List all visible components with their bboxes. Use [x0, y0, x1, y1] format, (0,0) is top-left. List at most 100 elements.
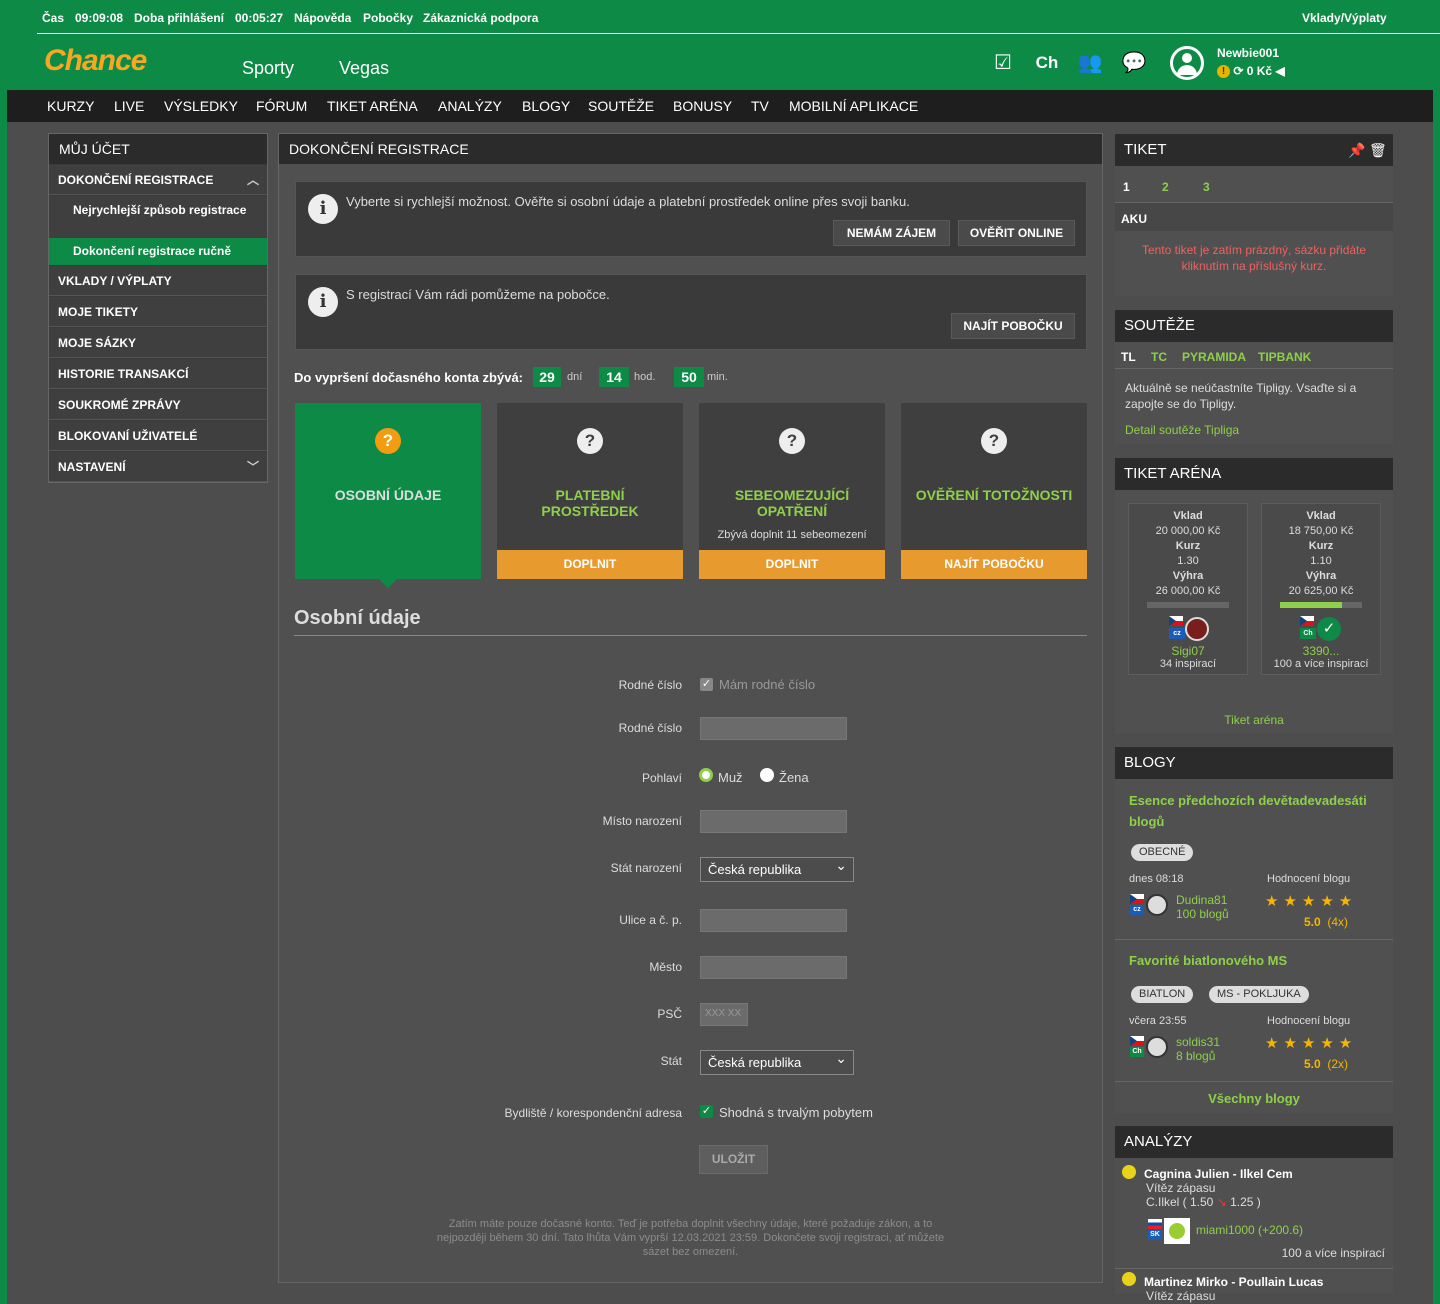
nav-kurzy[interactable]: KURZY: [47, 98, 94, 114]
step-identity-button[interactable]: NAJÍT POBOČKU: [901, 550, 1087, 579]
analysis-match[interactable]: Cagnina Julien - Ilkel Cem: [1144, 1167, 1293, 1181]
rc-checkbox[interactable]: ✓: [700, 678, 713, 691]
step-personal[interactable]: ? OSOBNÍ ÚDAJE: [295, 403, 481, 579]
blog-author[interactable]: Dudina81: [1176, 893, 1227, 907]
user-avatar-icon[interactable]: [1170, 46, 1204, 80]
trash-icon[interactable]: 🗑: [1369, 134, 1387, 166]
pin-icon[interactable]: 📌: [1348, 134, 1365, 166]
tiket-tab-2[interactable]: 2: [1162, 180, 1169, 194]
step-self-limit-button[interactable]: DOPLNIT: [699, 550, 885, 579]
blog-tag[interactable]: OBECNÉ: [1131, 844, 1194, 861]
arena-user[interactable]: Sigi07: [1129, 644, 1247, 658]
tiket-tab-1[interactable]: 1: [1123, 180, 1130, 194]
step-identity[interactable]: ? OVĚŘENÍ TOTOŽNOSTI NAJÍT POBOČKU: [901, 403, 1087, 579]
female-radio[interactable]: [760, 768, 774, 782]
analysis-user[interactable]: miami1000 (+200.6): [1196, 1223, 1303, 1237]
step-payment[interactable]: ? PLATEBNÍ PROSTŘEDEK DOPLNIT: [497, 403, 683, 579]
arena-user[interactable]: 3390...: [1262, 644, 1380, 658]
souteze-tab-pyramida[interactable]: PYRAMIDA: [1182, 350, 1246, 364]
menu-moje-sazky[interactable]: MOJE SÁZKY: [49, 328, 267, 358]
ch-icon[interactable]: Ch: [1032, 52, 1062, 74]
vklad-value: 20 000,00 Kč: [1155, 525, 1221, 537]
hours-unit: hod.: [634, 371, 656, 383]
odds-text: 1.25 ): [1230, 1195, 1261, 1209]
same-address-checkbox[interactable]: ✓: [700, 1105, 713, 1118]
countdown-days: 29: [533, 367, 561, 387]
arena-card[interactable]: Vklad 20 000,00 Kč Kurz 1.30 Výhra 26 00…: [1128, 503, 1248, 675]
country-select[interactable]: Česká republika: [700, 1047, 854, 1075]
souteze-link[interactable]: Detail soutěže Tipliga: [1125, 423, 1239, 437]
birthcountry-select[interactable]: Česká republika: [700, 854, 854, 882]
question-icon: ?: [779, 428, 805, 454]
no-interest-button[interactable]: NEMÁM ZÁJEM: [833, 220, 950, 246]
blog-title[interactable]: Esence předchozích devětadevadesáti blog…: [1129, 790, 1379, 832]
city-input[interactable]: [700, 956, 847, 979]
male-radio[interactable]: [699, 768, 713, 782]
refresh-icon[interactable]: ⟳: [1233, 64, 1246, 78]
analysis-match[interactable]: Martinez Mirko - Poullain Lucas: [1144, 1275, 1323, 1289]
tiket-title-text: TIKET: [1124, 141, 1167, 158]
souteze-tab-tc[interactable]: TC: [1151, 350, 1167, 364]
country-badge: cz: [1169, 628, 1185, 639]
logo[interactable]: Chance: [44, 44, 147, 78]
blog-author[interactable]: soldis31: [1176, 1035, 1220, 1049]
nav-mobile-app[interactable]: MOBILNÍ APLIKACE: [789, 98, 918, 114]
rc-input[interactable]: [700, 717, 847, 740]
menu-rucne[interactable]: Dokončení registrace ručně: [49, 238, 267, 265]
menu-nejrychlejsi[interactable]: Nejrychlejší způsob registrace: [49, 196, 267, 238]
nav-live[interactable]: LIVE: [114, 98, 144, 114]
username[interactable]: Newbie001: [1217, 46, 1279, 60]
warning-icon: !: [1217, 65, 1230, 79]
support-link[interactable]: Zákaznická podpora: [423, 11, 538, 25]
nav-blogy[interactable]: BLOGY: [522, 98, 570, 114]
souteze-tab-tl[interactable]: TL: [1121, 350, 1136, 364]
all-blogs-link[interactable]: Všechny blogy: [1115, 1091, 1393, 1106]
tiket-aku[interactable]: AKU: [1115, 203, 1393, 231]
nav-tv[interactable]: TV: [751, 98, 769, 114]
blog-date: včera 23:55: [1129, 1015, 1187, 1027]
friends-icon[interactable]: 👥: [1077, 52, 1103, 74]
nav-vysledky[interactable]: VÝSLEDKY: [164, 98, 238, 114]
help-link[interactable]: Nápověda: [294, 11, 351, 25]
street-input[interactable]: [700, 909, 847, 932]
blog-rating-label: Hodnocení blogu: [1267, 873, 1351, 885]
deposits-link[interactable]: Vklady/Výplaty: [1302, 11, 1387, 25]
male-label: Muž: [718, 770, 743, 785]
menu-blokovani[interactable]: BLOKOVANÍ UŽIVATELÉ: [49, 421, 267, 451]
nav-souteze[interactable]: SOUTĚŽE: [588, 98, 654, 114]
menu-historie[interactable]: HISTORIE TRANSAKCÍ: [49, 359, 267, 389]
verify-online-button[interactable]: OVĚŘIT ONLINE: [958, 220, 1075, 246]
blog-tag[interactable]: BIATLON: [1131, 986, 1194, 1003]
messages-icon[interactable]: 💬: [1121, 52, 1147, 74]
nav-vegas[interactable]: Vegas: [339, 58, 389, 79]
caret-left-icon[interactable]: ◀: [1275, 64, 1284, 78]
nav-forum[interactable]: FÓRUM: [256, 98, 307, 114]
birthplace-input[interactable]: [700, 810, 847, 833]
menu-vklady[interactable]: VKLADY / VÝPLATY: [49, 266, 267, 296]
menu-moje-tikety[interactable]: MOJE TIKETY: [49, 297, 267, 327]
menu-zpravy[interactable]: SOUKROMÉ ZPRÁVY: [49, 390, 267, 420]
menu-nastaveni[interactable]: NASTAVENÍ ﹀: [49, 452, 267, 482]
save-button[interactable]: ULOŽIT: [699, 1145, 768, 1174]
nav-tiket-arena[interactable]: TIKET ARÉNA: [327, 98, 418, 114]
tickets-icon[interactable]: ☑: [990, 52, 1016, 74]
check-icon: ✓: [1317, 617, 1341, 641]
menu-dokonceni-registrace[interactable]: DOKONČENÍ REGISTRACE ︿: [49, 165, 267, 195]
zip-input[interactable]: XXX XX: [700, 1003, 748, 1026]
souteze-tab-tipbank[interactable]: TIPBANK: [1258, 350, 1311, 364]
nav-analyzy[interactable]: ANALÝZY: [438, 98, 502, 114]
arena-progress: [1147, 602, 1229, 608]
form-title: Osobní údaje: [294, 607, 421, 629]
tiket-tab-3[interactable]: 3: [1203, 180, 1210, 194]
nav-sports[interactable]: Sporty: [242, 58, 294, 79]
arena-card[interactable]: Vklad 18 750,00 Kč Kurz 1.10 Výhra 20 62…: [1261, 503, 1381, 675]
question-icon: ?: [577, 428, 603, 454]
branches-link[interactable]: Pobočky: [363, 11, 413, 25]
blog-tag[interactable]: MS - POKLJUKA: [1209, 986, 1309, 1003]
step-self-limit[interactable]: ? SEBEOMEZUJÍCÍ OPATŘENÍ Zbývá doplnit 1…: [699, 403, 885, 579]
arena-link[interactable]: Tiket aréna: [1115, 713, 1393, 727]
find-branch-button[interactable]: NAJÍT POBOČKU: [951, 313, 1075, 339]
nav-bonusy[interactable]: BONUSY: [673, 98, 732, 114]
blog-title[interactable]: Favorité biatlonového MS: [1129, 953, 1379, 968]
step-payment-button[interactable]: DOPLNIT: [497, 550, 683, 579]
